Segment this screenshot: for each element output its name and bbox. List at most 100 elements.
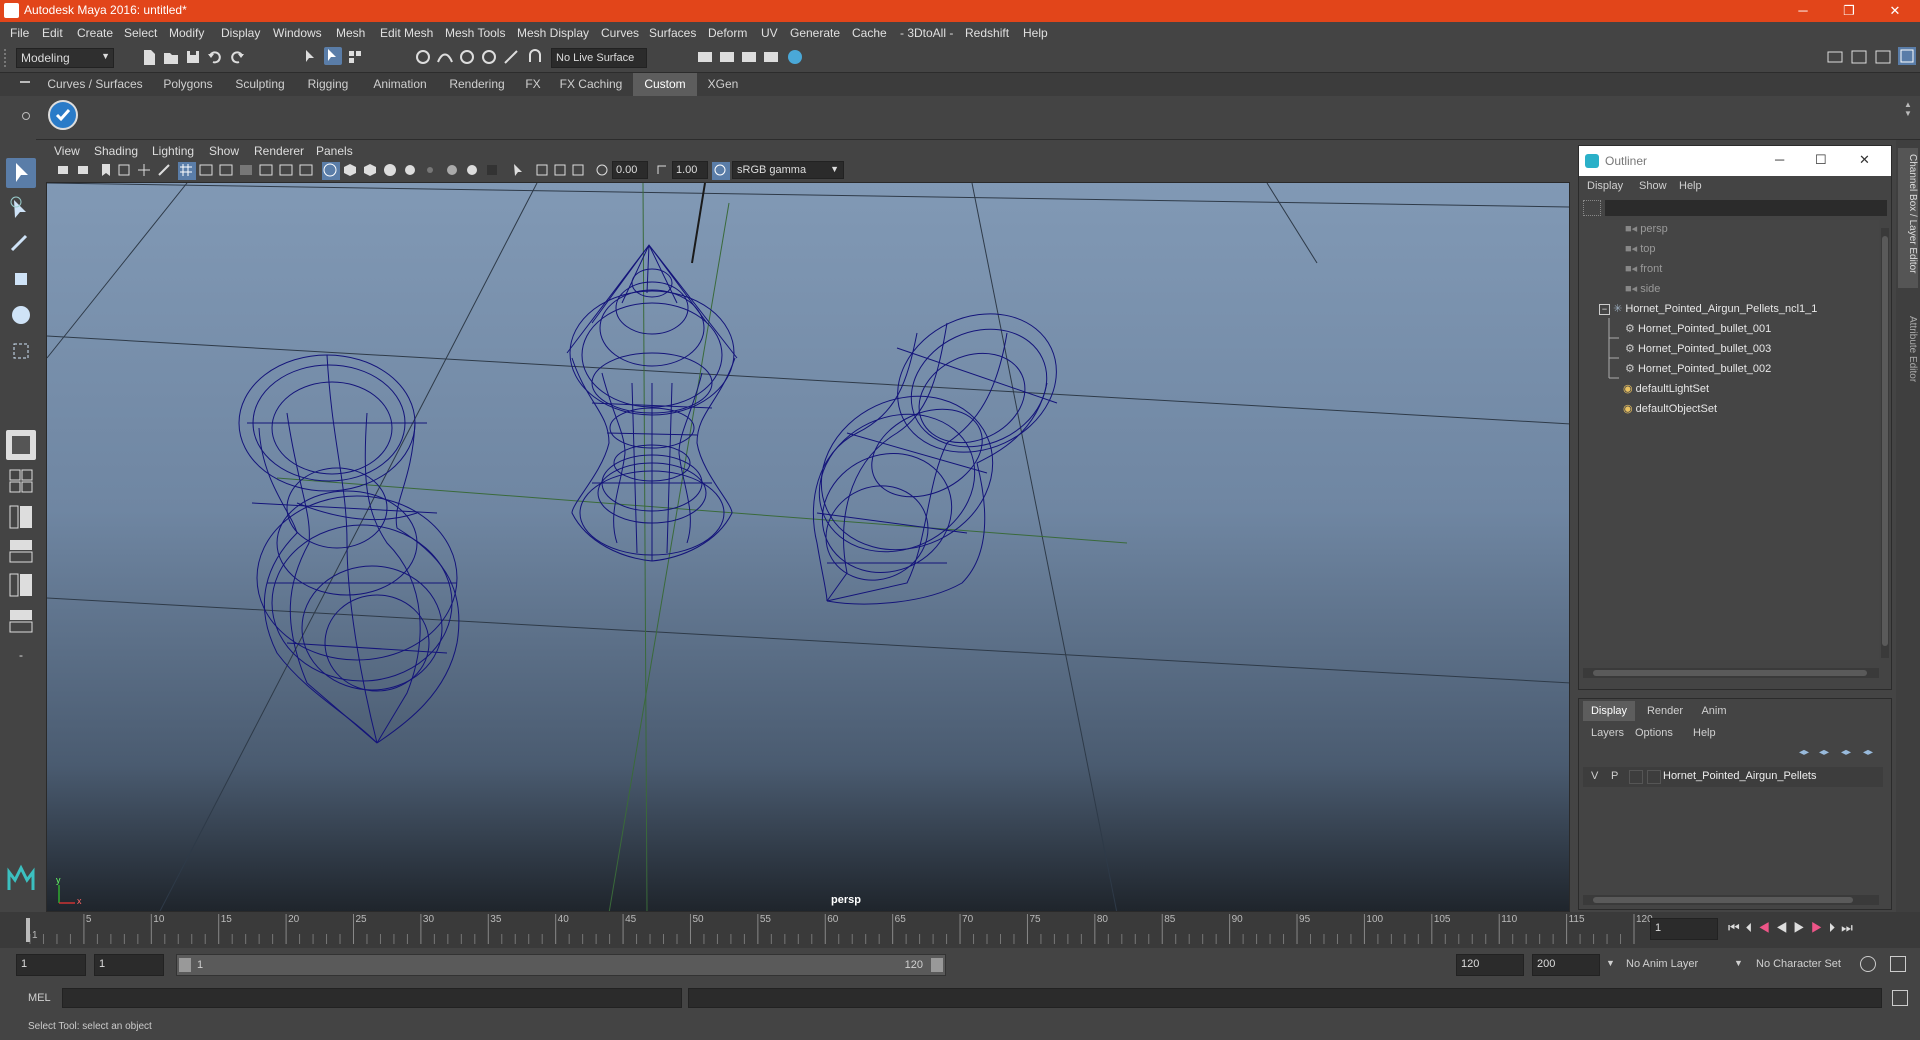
outliner-vscroll-thumb[interactable] <box>1882 236 1888 646</box>
tab-fx-caching[interactable]: FX Caching <box>554 73 628 96</box>
range-start-handle[interactable] <box>179 958 191 972</box>
two-d-pan-icon[interactable] <box>136 162 154 180</box>
attribute-editor-toggle-icon[interactable] <box>1850 48 1868 66</box>
gate-mask-icon[interactable] <box>238 162 256 180</box>
save-scene-icon[interactable] <box>184 48 202 66</box>
rotate-tool-icon[interactable] <box>6 300 36 330</box>
time-slider[interactable]: 1 5 10 15 20 25 30 35 40 45 50 55 60 65 70 75 80 85 90 95 10… <box>0 912 1920 948</box>
layer-tab-anim[interactable]: Anim <box>1691 701 1737 721</box>
select-object-icon[interactable] <box>324 47 342 65</box>
menu-edit-mesh[interactable]: Edit Mesh <box>380 26 433 40</box>
menu-curves[interactable]: Curves <box>601 26 639 40</box>
go-to-start-icon[interactable]: ⏮ <box>1728 920 1746 935</box>
minimize-button[interactable]: ─ <box>1780 0 1826 22</box>
layer-type-toggle[interactable] <box>1629 770 1643 784</box>
close-icon[interactable]: ✕ <box>1859 152 1870 168</box>
image-plane-icon[interactable] <box>116 162 134 180</box>
uv-layout-icon[interactable] <box>6 606 36 636</box>
persp-graph-layout-icon[interactable] <box>6 536 36 566</box>
shelf-scroll-icon[interactable]: ▲ ▼ <box>1904 100 1914 130</box>
live-surface-field[interactable]: No Live Surface <box>551 48 647 68</box>
tool-settings-toggle-icon[interactable] <box>1874 48 1892 66</box>
tab-curves-surfaces[interactable]: Curves / Surfaces <box>44 73 146 96</box>
exposure-field[interactable]: 0.00 <box>612 161 648 179</box>
step-forward-frame-icon[interactable]: ▶ <box>1811 920 1829 935</box>
menu-mesh-display[interactable]: Mesh Display <box>517 26 589 40</box>
menu-redshift[interactable]: Redshift <box>965 26 1009 40</box>
ipr-render-icon[interactable] <box>740 48 758 66</box>
film-gate-icon[interactable] <box>198 162 216 180</box>
menu-generate[interactable]: Generate <box>790 26 840 40</box>
layer-menu-options[interactable]: Options <box>1635 727 1673 739</box>
command-language-label[interactable]: MEL <box>28 992 51 1004</box>
minimize-icon[interactable]: ─ <box>1775 152 1784 167</box>
menu-cache[interactable]: Cache <box>852 26 887 40</box>
layer-hscrollbar[interactable] <box>1583 895 1879 905</box>
outliner-menu-help[interactable]: Help <box>1679 180 1702 192</box>
move-layer-down-icon[interactable]: ◂▸ <box>1819 747 1833 759</box>
workspace-icon[interactable] <box>1826 48 1844 66</box>
current-time-marker[interactable] <box>26 918 30 942</box>
panel-menu-view[interactable]: View <box>54 144 80 158</box>
grease-pencil-icon[interactable] <box>156 162 174 180</box>
command-input[interactable] <box>62 988 682 1008</box>
play-back-icon[interactable]: ◀ <box>1776 920 1794 935</box>
snap-curve-icon[interactable] <box>436 48 454 66</box>
scene-end-field[interactable]: 200 <box>1532 954 1600 976</box>
render-settings-icon[interactable] <box>762 48 780 66</box>
menu-help[interactable]: Help <box>1023 26 1048 40</box>
menuset-dropdown[interactable]: Modeling ▼ <box>16 48 114 68</box>
single-perspective-layout-icon[interactable] <box>6 430 36 460</box>
safe-action-icon[interactable] <box>278 162 296 180</box>
textured-icon[interactable] <box>382 162 400 180</box>
playback-end-field[interactable]: 120 <box>1456 954 1524 976</box>
outliner-menu-display[interactable]: Display <box>1587 180 1623 192</box>
select-tool-icon[interactable] <box>6 158 36 188</box>
layer-row[interactable]: V P Hornet_Pointed_Airgun_Pellets <box>1583 767 1883 787</box>
layer-playback-toggle[interactable]: P <box>1611 770 1618 782</box>
new-layer-selected-icon[interactable]: ◂▸ <box>1863 747 1877 759</box>
outliner-menu-show[interactable]: Show <box>1639 180 1667 192</box>
wireframe-shading-icon[interactable] <box>322 162 340 180</box>
xray-icon[interactable] <box>534 162 552 180</box>
lasso-tool-icon[interactable] <box>6 192 36 222</box>
menu-windows[interactable]: Windows <box>273 26 322 40</box>
panel-menu-shading[interactable]: Shading <box>94 144 138 158</box>
panel-menu-renderer[interactable]: Renderer <box>254 144 304 158</box>
outliner-search-field[interactable] <box>1605 200 1887 216</box>
tab-rigging[interactable]: Rigging <box>298 73 358 96</box>
tab-custom[interactable]: Custom <box>633 73 697 96</box>
outliner-vscrollbar[interactable] <box>1881 228 1889 658</box>
anti-aliasing-icon[interactable] <box>484 162 502 180</box>
new-scene-icon[interactable] <box>140 48 158 66</box>
layer-tab-display[interactable]: Display <box>1583 701 1635 721</box>
layer-menu-help[interactable]: Help <box>1693 727 1716 739</box>
move-layer-up-icon[interactable]: ◂▸ <box>1799 747 1813 759</box>
menu-create[interactable]: Create <box>77 26 113 40</box>
outliner-item-bullet-001[interactable]: ⚙ Hornet_Pointed_bullet_001 <box>1625 322 1771 340</box>
menu-modify[interactable]: Modify <box>169 26 204 40</box>
perspective-viewport[interactable]: y x persp <box>46 182 1570 912</box>
camera-select-icon[interactable] <box>56 162 74 180</box>
gamma-field[interactable]: 1.00 <box>672 161 708 179</box>
color-management-icon[interactable] <box>712 162 730 180</box>
chevron-down-icon[interactable]: ▼ <box>1734 958 1743 968</box>
layer-tab-render[interactable]: Render <box>1639 701 1691 721</box>
panel-menu-panels[interactable]: Panels <box>316 144 353 158</box>
chevron-down-icon[interactable]: ▼ <box>1606 958 1615 968</box>
close-button[interactable]: ✕ <box>1872 0 1918 22</box>
xray-joints-icon[interactable] <box>552 162 570 180</box>
grid-toggle-icon[interactable] <box>178 162 196 180</box>
shelf-checkmark-tool[interactable] <box>48 100 78 130</box>
menu-uv[interactable]: UV <box>761 26 778 40</box>
current-frame-field[interactable]: 1 <box>1650 918 1718 940</box>
persp-outliner-layout-icon[interactable] <box>6 502 36 532</box>
menu-file[interactable]: File <box>10 26 29 40</box>
panel-menu-show[interactable]: Show <box>209 144 239 158</box>
magnet-icon[interactable] <box>526 48 544 66</box>
shelf-menu-icon[interactable] <box>20 81 30 83</box>
four-view-layout-icon[interactable] <box>6 466 36 496</box>
character-set-dropdown[interactable]: No Character Set <box>1756 958 1841 970</box>
ambient-occlusion-icon[interactable] <box>444 162 462 180</box>
open-scene-icon[interactable] <box>162 48 180 66</box>
